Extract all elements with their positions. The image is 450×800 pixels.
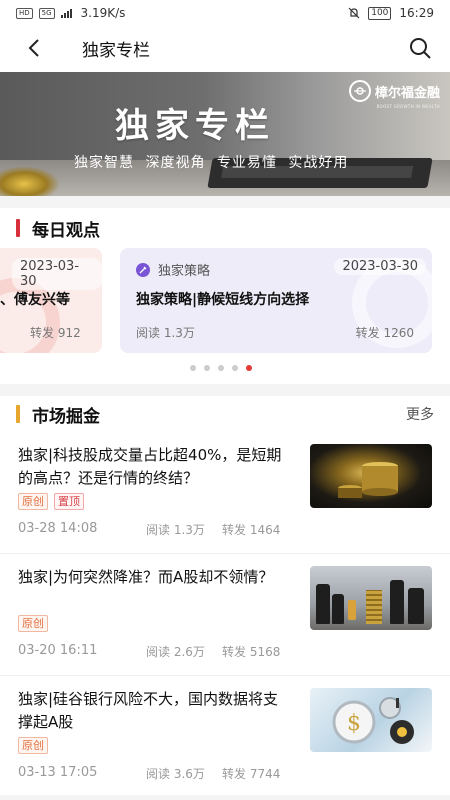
page-title: 独家专栏 — [82, 40, 150, 61]
article-reads: 阅读 3.6万 — [146, 767, 205, 781]
section-market: 市场掘金 更多 — [0, 394, 450, 434]
banner-subtitle: 独家智慧 深度视角 专业易懂 实战好用 — [74, 155, 349, 171]
tag-original: 原创 — [18, 493, 48, 510]
pagination-dot[interactable] — [218, 365, 224, 371]
more-link[interactable]: 更多 — [406, 404, 434, 424]
card-tag: 独家策略 — [136, 260, 210, 279]
article-tags: 原创 置顶 — [18, 493, 84, 510]
article-thumbnail: $ — [310, 688, 432, 752]
back-button[interactable] — [12, 26, 56, 70]
banner-plant — [0, 166, 60, 196]
clock: 16:29 — [399, 6, 434, 20]
article-tags: 原创 — [18, 737, 48, 754]
article-reads: 阅读 2.6万 — [146, 645, 205, 659]
battery-indicator: 100 — [368, 6, 392, 20]
divider — [0, 795, 450, 800]
chess-piece — [332, 594, 344, 624]
tag-original: 原创 — [18, 737, 48, 754]
nav-bar: 独家专栏 — [0, 26, 450, 70]
signal-icon — [60, 9, 72, 18]
article-title: 独家|硅谷银行风险不大，国内数据将支撑起A股 — [18, 690, 279, 731]
tag-pinned: 置顶 — [54, 493, 84, 510]
article-time: 03-13 17:05 — [18, 765, 98, 780]
article-forwards: 转发 7744 — [222, 767, 281, 781]
chess-piece — [316, 584, 330, 624]
tag-original: 原创 — [18, 615, 48, 632]
article-item[interactable]: 独家|硅谷银行风险不大，国内数据将支撑起A股 原创 03-13 17:05 阅读… — [0, 676, 450, 798]
card-reads: 阅读 1.3万 — [136, 326, 195, 340]
article-thumbnail — [310, 444, 432, 508]
article-time: 03-20 16:11 — [18, 643, 98, 658]
article-forwards: 转发 5168 — [222, 645, 281, 659]
network-speed: 3.19K/s — [80, 6, 126, 20]
card-forwards: 转发 1260 — [355, 326, 414, 340]
section-title: 每日观点 — [32, 220, 100, 241]
chevron-left-icon — [28, 39, 39, 57]
search-button[interactable] — [404, 32, 436, 64]
article-time: 03-28 14:08 — [18, 521, 98, 536]
mute-icon — [348, 7, 360, 19]
signal-badge: 5G — [38, 7, 55, 19]
chess-piece — [390, 580, 404, 624]
svg-text:$: $ — [347, 711, 361, 736]
hd-badge: HD — [16, 7, 33, 19]
article-meta: 03-28 14:08 阅读 1.3万 转发 1464 — [18, 521, 280, 538]
dollar-gears-image: $ — [332, 697, 414, 744]
card-title: 独家策略|静候短线方向选择 — [136, 292, 310, 308]
pagination-dot[interactable] — [204, 365, 210, 371]
daily-card[interactable]: 独家策略 2023-03-30 独家策略|静候短线方向选择 阅读 1.3万 转发… — [120, 248, 432, 353]
section-accent-bar — [16, 405, 20, 423]
card-date: 2023-03-30 — [334, 258, 426, 275]
search-icon — [410, 38, 431, 59]
article-tags: 原创 — [18, 615, 48, 632]
daily-card[interactable]: 2023-03-30 、傅友兴等 转发 912 — [0, 248, 102, 353]
article-reads: 阅读 1.3万 — [146, 523, 205, 537]
article-item[interactable]: 独家|科技股成交量占比超40%，是短期的高点？还是行情的终结？ 原创 置顶 03… — [0, 432, 450, 554]
article-meta: 03-20 16:11 阅读 2.6万 转发 5168 — [18, 643, 280, 660]
section-title: 市场掘金 — [32, 406, 100, 427]
divider — [0, 196, 450, 208]
pagination-dot[interactable] — [190, 365, 196, 371]
status-bar: HD 5G 3.19K/s 100 16:29 — [0, 0, 450, 26]
section-daily-views: 每日观点 — [0, 208, 450, 248]
article-meta: 03-13 17:05 阅读 3.6万 转发 7744 — [18, 765, 280, 782]
article-title: 独家|科技股成交量占比超40%，是短期的高点？还是行情的终结？ — [18, 446, 282, 487]
article-title: 独家|为何突然降准？而A股却不领情？ — [18, 568, 274, 586]
strategy-icon — [136, 262, 150, 277]
card-tag-label: 独家策略 — [158, 264, 211, 279]
article-thumbnail — [310, 566, 432, 630]
figurine — [348, 600, 356, 620]
section-accent-bar — [16, 219, 20, 237]
chess-piece — [408, 588, 424, 624]
article-item[interactable]: 独家|为何突然降准？而A股却不领情？ 原创 03-20 16:11 阅读 2.6… — [0, 554, 450, 676]
card-title: 、傅友兴等 — [0, 292, 70, 308]
card-forwards: 转发 912 — [30, 326, 81, 340]
pagination-dot[interactable] — [232, 365, 238, 371]
carousel-pagination — [190, 365, 252, 371]
pagination-dot-active[interactable] — [246, 365, 252, 371]
card-date: 2023-03-30 — [12, 258, 102, 290]
banner[interactable]: 樟尔福金融 BOOST GROWTH IN WEALTH 独家专栏 独家智慧 深… — [0, 72, 450, 196]
coin-stack — [366, 590, 382, 624]
article-forwards: 转发 1464 — [222, 523, 281, 537]
banner-title: 独家专栏 — [115, 106, 275, 146]
gold-coins-image — [338, 462, 398, 498]
